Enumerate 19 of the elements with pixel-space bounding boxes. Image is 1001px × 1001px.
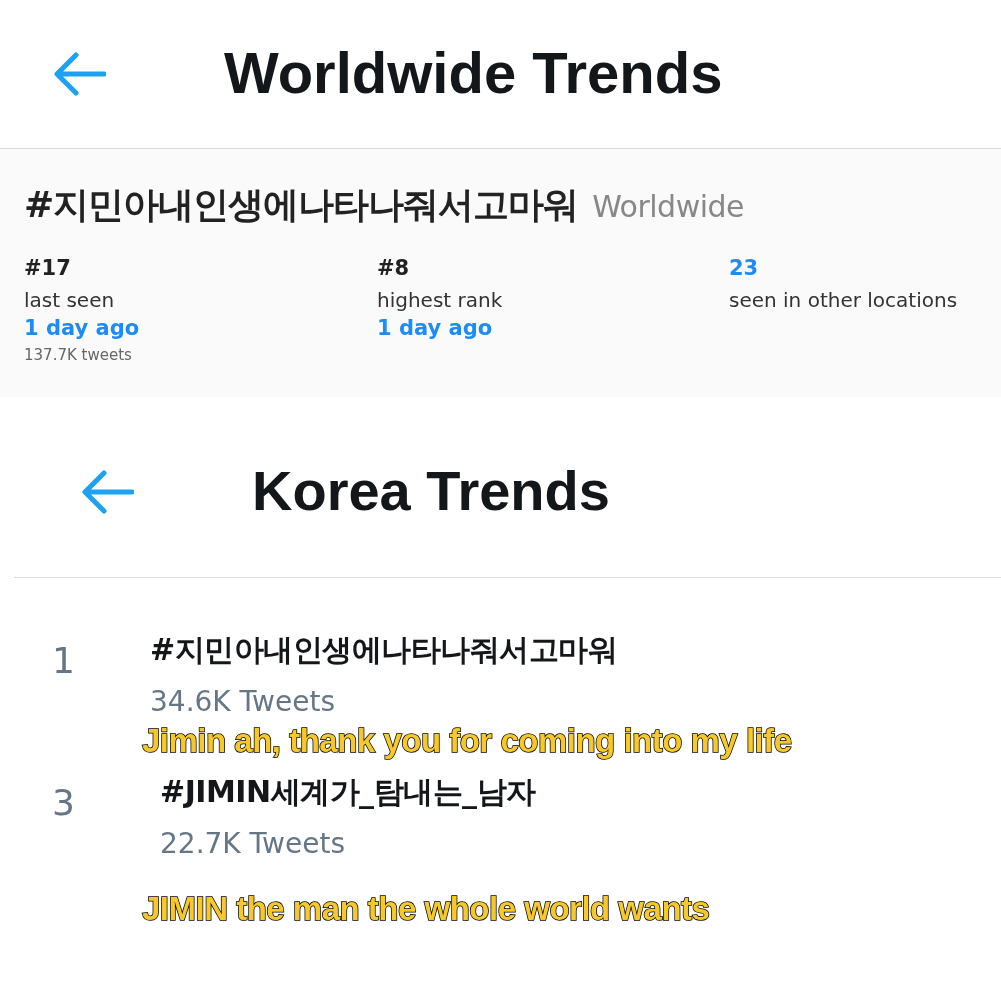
page-title: Worldwide Trends [224,38,723,106]
trend-hashtag[interactable]: #지민아내인생에나타나줘서고마워 [24,181,579,230]
location-label: Worldwide [592,189,744,224]
back-arrow-icon[interactable] [52,52,106,96]
page-title: Korea Trends [252,457,610,523]
stat-value: #17 [24,256,71,280]
translation-caption: Jimin ah, thank you for coming into my life [142,722,792,760]
trend-hashtag[interactable]: #지민아내인생에나타나줘서고마워 [150,630,618,671]
stat-label: last seen [24,288,115,312]
tweet-count: 22.7K Tweets [160,827,345,860]
back-arrow-icon[interactable] [80,470,134,514]
trend-hashtag[interactable]: #JIMIN세계가_탐내는_남자 [160,772,536,813]
trend-rank: 1 [51,639,76,683]
translation-caption: JIMIN the man the whole world wants [142,890,710,928]
tweet-count: 137.7K tweets [24,346,132,364]
stat-label: highest rank [377,288,503,312]
stat-label: seen in other locations [729,288,958,312]
tweet-count: 34.6K Tweets [150,685,335,718]
stat-value: #8 [377,256,410,280]
